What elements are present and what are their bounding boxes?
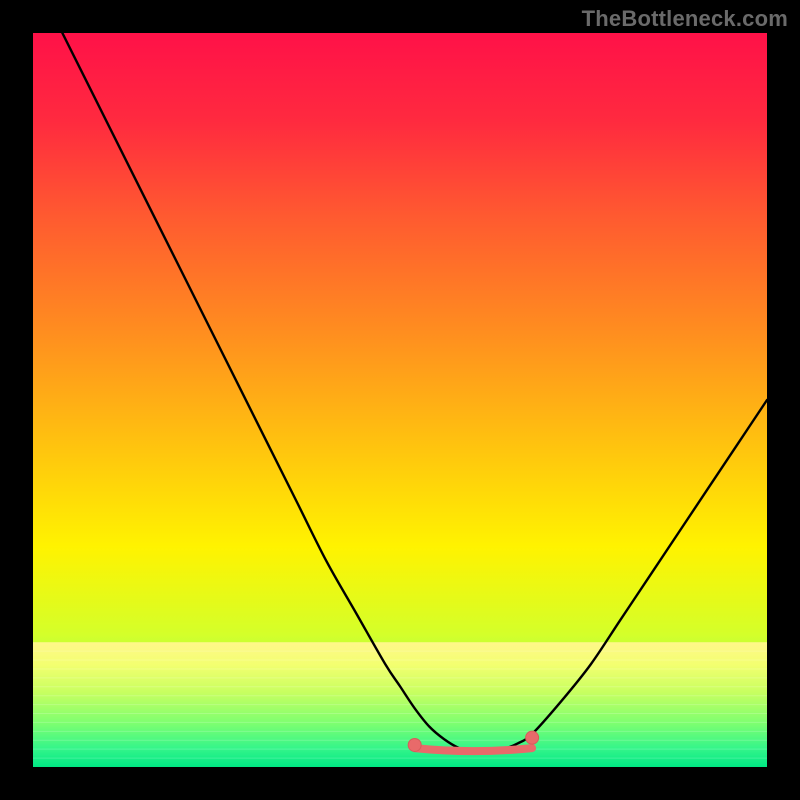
bottom-band	[33, 642, 767, 767]
outer-frame: TheBottleneck.com	[0, 0, 800, 800]
plot-area	[33, 33, 767, 767]
watermark-text: TheBottleneck.com	[582, 6, 788, 32]
marker-dot	[526, 731, 539, 744]
optimal-range-segment	[415, 748, 532, 751]
bottleneck-chart	[33, 33, 767, 767]
marker-dot	[408, 738, 421, 751]
